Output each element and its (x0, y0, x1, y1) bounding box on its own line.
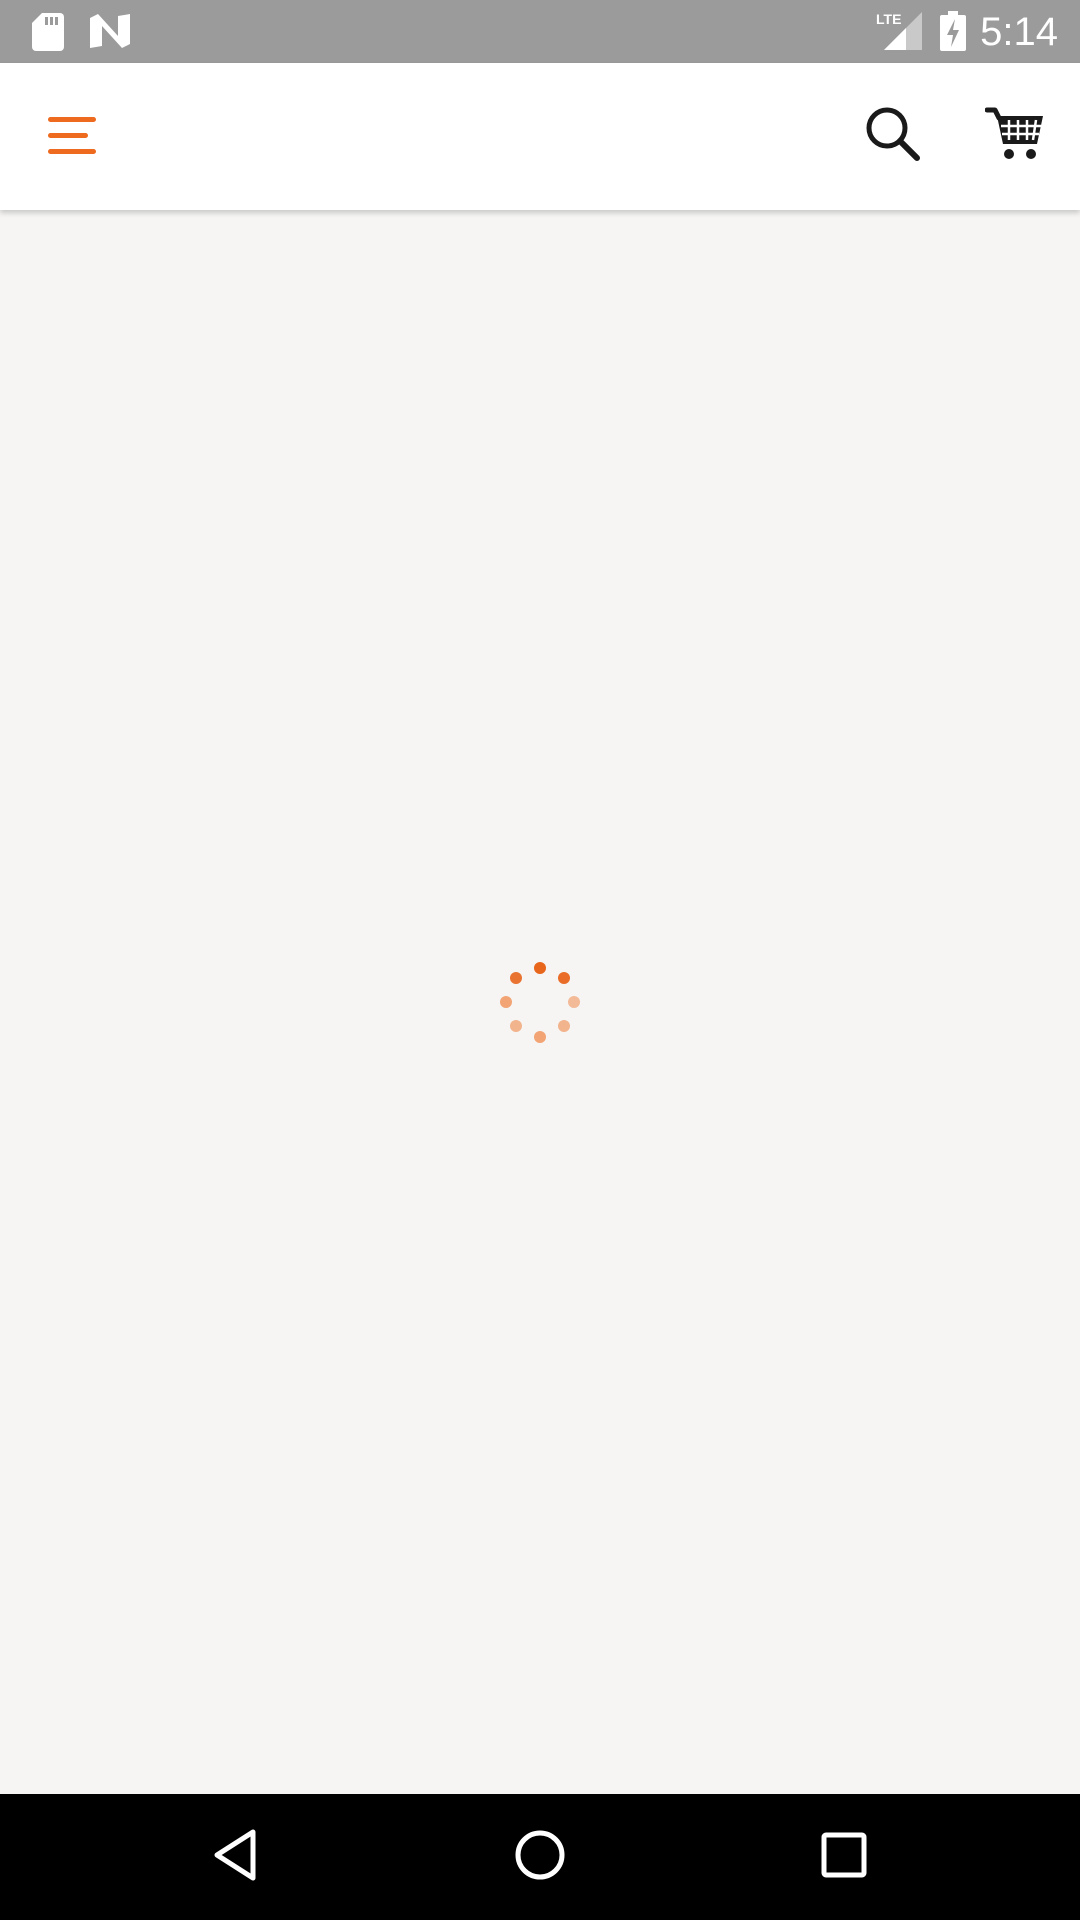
battery-charging-icon (940, 11, 966, 56)
lte-label: LTE (876, 11, 901, 27)
cart-icon (984, 106, 1045, 167)
cart-button[interactable] (970, 93, 1060, 179)
app-screen: LTE 5:14 (0, 0, 1080, 1920)
back-button[interactable] (156, 1794, 316, 1920)
loading-spinner (497, 960, 583, 1046)
status-time: 5:14 (980, 10, 1058, 54)
app-bar (0, 63, 1080, 210)
lte-signal-icon: LTE (876, 10, 922, 55)
back-icon (211, 1828, 261, 1887)
home-button[interactable] (460, 1794, 620, 1920)
status-bar: LTE 5:14 (0, 0, 1080, 63)
hamburger-menu-icon (48, 115, 98, 160)
search-icon (865, 106, 921, 167)
sd-card-icon (32, 13, 64, 56)
content-area (0, 210, 1080, 1794)
n-logo-icon (90, 14, 130, 53)
home-icon (513, 1828, 567, 1887)
search-button[interactable] (850, 93, 936, 179)
recents-icon (820, 1831, 868, 1884)
navigation-bar (0, 1794, 1080, 1920)
menu-button[interactable] (30, 97, 116, 177)
recents-button[interactable] (764, 1794, 924, 1920)
